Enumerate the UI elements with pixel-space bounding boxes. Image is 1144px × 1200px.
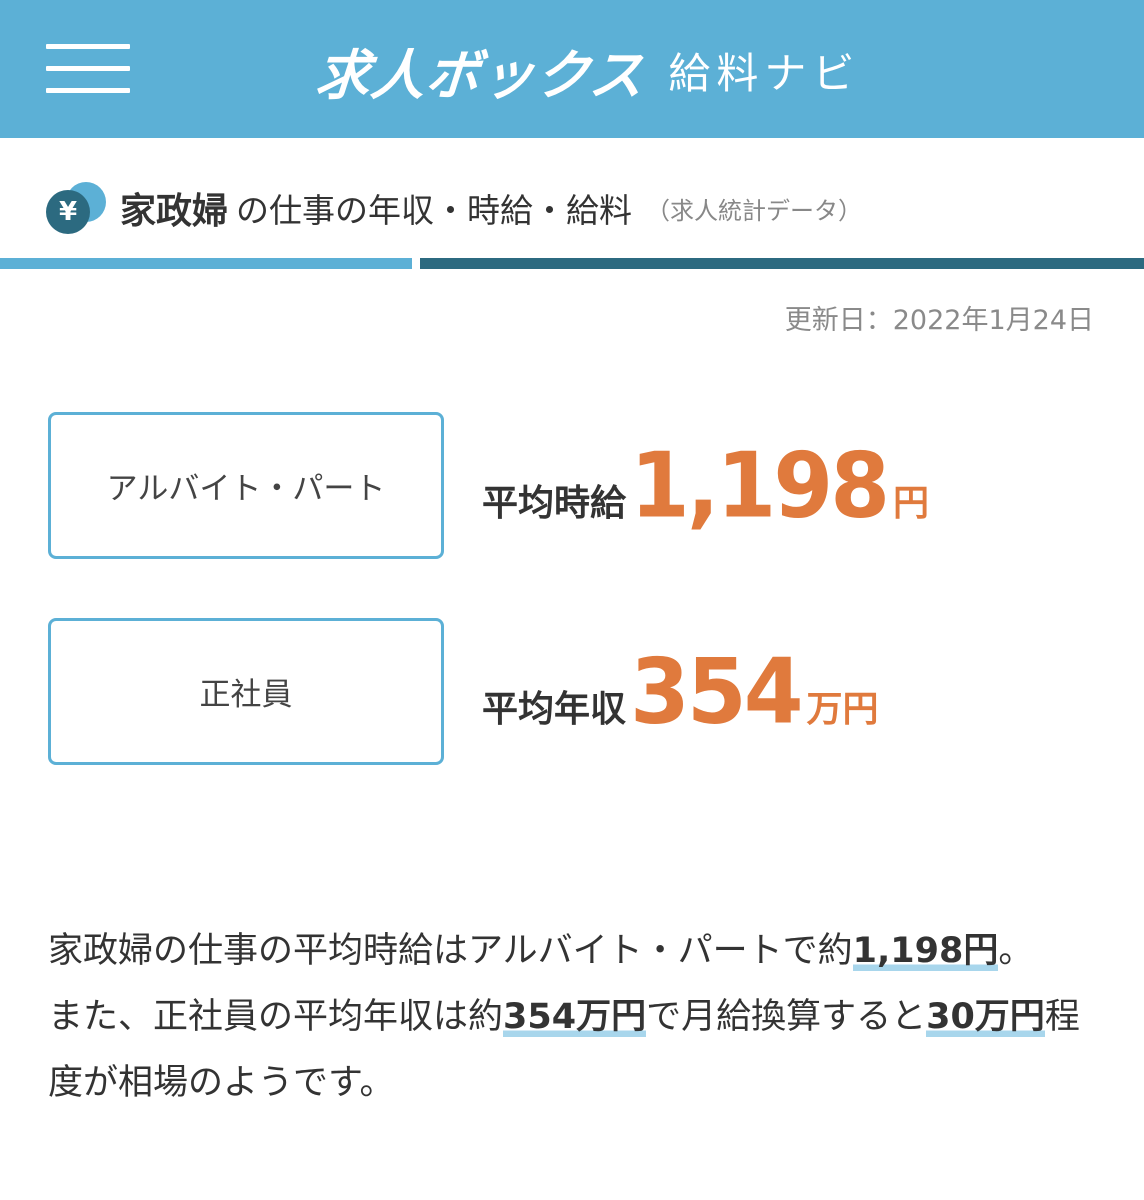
summary-text: で月給換算すると <box>646 997 927 1037</box>
employment-type-parttime-button[interactable]: アルバイト・パート <box>48 412 444 559</box>
salary-summary-paragraph: 家政婦の仕事の平均時給はアルバイト・パートで約1,198円。また、正社員の平均年… <box>48 918 1108 1116</box>
title-note: （求人統計データ） <box>646 196 863 225</box>
logo-main-text: 求人ボックス <box>313 43 647 107</box>
logo-sub-text: 給料ナビ <box>668 48 861 98</box>
job-name: 家政婦 <box>120 191 229 232</box>
summary-highlight: 30万円 <box>926 997 1045 1037</box>
page-title: ¥ 家政婦 の仕事の年収・時給・給料 （求人統計データ） <box>46 176 862 240</box>
fulltime-salary: 平均年収 354 万円 <box>482 639 879 745</box>
salary-label: 平均時給 <box>482 483 627 524</box>
salary-label: 平均年収 <box>482 689 627 730</box>
section-divider-dark <box>420 258 1144 269</box>
summary-highlight: 1,198円 <box>852 931 999 971</box>
summary-highlight: 354万円 <box>503 997 647 1037</box>
coin-front: ¥ <box>46 190 90 234</box>
summary-text: また、正社員の平均年収は約 <box>48 997 504 1037</box>
site-logo[interactable]: 求人ボックス 給料ナビ <box>313 30 861 110</box>
salary-value: 1,198 <box>630 433 890 539</box>
salary-value: 354 <box>630 639 804 745</box>
updated-date: 更新日：2022年1月24日 <box>784 305 1094 336</box>
summary-text: 家政婦の仕事の平均時給はアルバイト・パートで約 <box>48 931 853 971</box>
section-divider-light <box>0 258 412 269</box>
parttime-salary: 平均時給 1,198 円 <box>482 433 930 539</box>
summary-text: 。 <box>998 931 1034 971</box>
salary-unit: 万円 <box>806 689 879 730</box>
salary-unit: 円 <box>893 483 930 524</box>
menu-line <box>46 66 130 71</box>
hamburger-menu-icon[interactable] <box>46 44 130 94</box>
menu-line <box>46 88 130 93</box>
employment-type-fulltime-button[interactable]: 正社員 <box>48 618 444 765</box>
app-header: 求人ボックス 給料ナビ <box>0 0 1144 138</box>
menu-line <box>46 44 130 49</box>
yen-coin-icon: ¥ <box>46 182 110 234</box>
title-text: の仕事の年収・時給・給料 <box>236 191 633 230</box>
